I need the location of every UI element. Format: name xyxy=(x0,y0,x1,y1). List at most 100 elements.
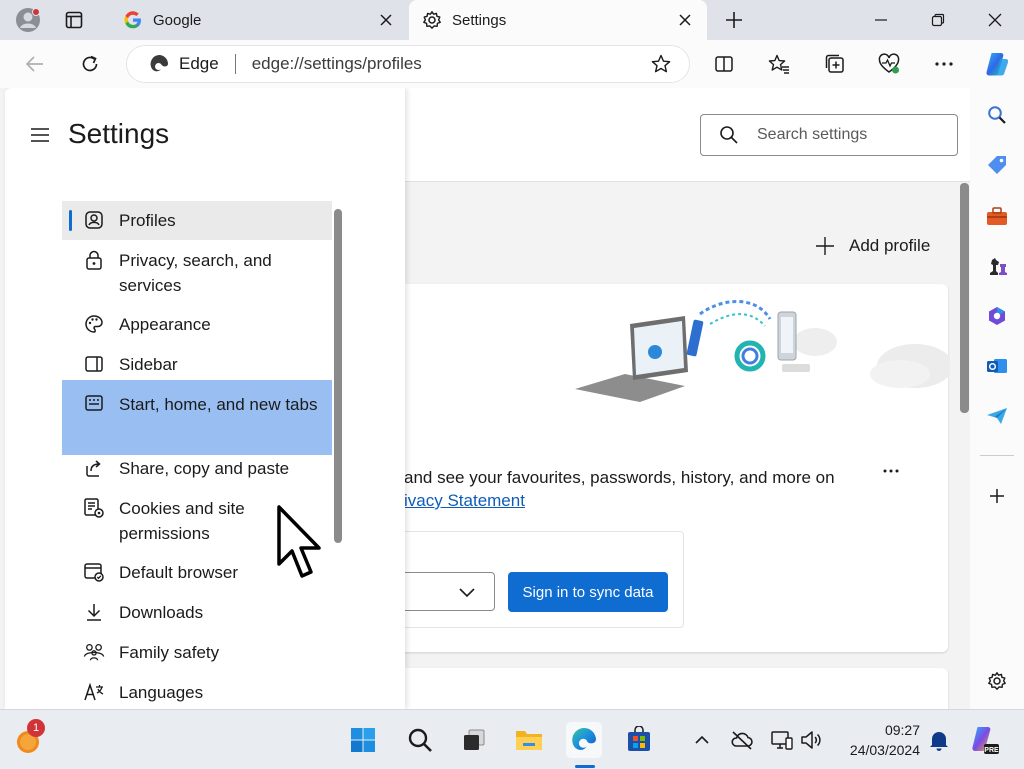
refresh-button[interactable] xyxy=(73,48,107,80)
collections-button[interactable] xyxy=(818,48,852,80)
start-button[interactable] xyxy=(345,722,381,758)
store-icon xyxy=(628,726,650,751)
folder-icon xyxy=(516,731,542,750)
tab-actions-button[interactable] xyxy=(58,4,90,36)
nav-item-start-home-tabs[interactable]: Start, home, and new tabs xyxy=(62,380,332,455)
task-view-icon xyxy=(464,729,485,750)
nav-label: Profiles xyxy=(119,211,176,230)
browser-essentials-button[interactable] xyxy=(872,48,906,80)
add-profile-button[interactable]: Add profile xyxy=(815,234,930,258)
nav-item-profiles[interactable]: Profiles xyxy=(62,201,332,240)
bell-icon xyxy=(930,732,948,751)
split-screen-icon xyxy=(715,56,733,72)
copilot-preview-button[interactable]: PRE xyxy=(966,722,1002,758)
tab-actions-icon xyxy=(65,11,83,29)
network-button[interactable] xyxy=(770,728,794,752)
content-scrollbar[interactable] xyxy=(960,183,969,413)
nav-item-appearance[interactable]: Appearance xyxy=(62,312,332,340)
sync-illustration xyxy=(575,300,950,402)
sidebar-settings-button[interactable] xyxy=(982,666,1012,696)
sidebar-search-button[interactable] xyxy=(982,100,1012,130)
default-browser-icon xyxy=(83,561,105,583)
nav-label: Languages xyxy=(119,683,204,702)
languages-icon xyxy=(83,681,105,703)
new-tab-button[interactable] xyxy=(718,4,750,36)
restore-button[interactable] xyxy=(909,0,967,40)
sidebar-tools-button[interactable] xyxy=(982,201,1012,231)
favorite-star-icon[interactable] xyxy=(645,48,677,80)
nav-item-languages[interactable]: Languages xyxy=(62,680,332,708)
url-text[interactable]: edge://settings/profiles xyxy=(252,54,645,74)
chess-icon xyxy=(990,258,1007,275)
close-tab-icon[interactable] xyxy=(374,8,398,32)
close-tab-icon[interactable] xyxy=(673,8,697,32)
network-icon xyxy=(771,731,793,750)
edge-icon xyxy=(572,727,596,750)
sign-in-sync-button[interactable]: Sign in to sync data xyxy=(508,572,668,612)
avatar-icon xyxy=(16,8,40,32)
clock-time: 09:27 xyxy=(884,722,920,738)
hamburger-icon xyxy=(31,128,49,142)
store-button[interactable] xyxy=(621,722,657,758)
sidebar-m365-button[interactable] xyxy=(982,301,1012,331)
edge-taskbar-button[interactable] xyxy=(566,722,602,758)
privacy-statement-link[interactable]: ivacy Statement xyxy=(404,491,525,511)
nav-item-share-copy-paste[interactable]: Share, copy and paste xyxy=(62,456,332,484)
sidebar-telegram-button[interactable] xyxy=(982,401,1012,431)
taskbar-clock[interactable]: 09:27 24/03/2024 xyxy=(840,720,920,760)
nav-item-sidebar[interactable]: Sidebar xyxy=(62,352,332,380)
nav-label: Downloads xyxy=(119,603,204,622)
volume-button[interactable] xyxy=(800,728,824,752)
tab-settings[interactable]: Settings xyxy=(409,0,707,40)
show-hidden-icons-button[interactable] xyxy=(690,728,714,752)
home-tabs-icon xyxy=(83,392,105,414)
menu-button[interactable] xyxy=(27,122,53,148)
nav-scrollbar[interactable] xyxy=(334,209,342,543)
more-options-button[interactable] xyxy=(878,458,904,484)
notifications-button[interactable] xyxy=(927,728,951,752)
sidebar-outlook-button[interactable] xyxy=(982,351,1012,381)
search-settings-input[interactable]: Search settings xyxy=(700,114,958,156)
site-name: Edge xyxy=(179,54,219,73)
split-screen-button[interactable] xyxy=(707,48,741,80)
tab-strip: Google Settings xyxy=(0,0,1024,40)
active-indicator xyxy=(69,210,72,231)
task-view-button[interactable] xyxy=(456,722,492,758)
taskbar-search-button[interactable] xyxy=(402,722,438,758)
tab-google[interactable]: Google xyxy=(110,0,408,40)
profile-avatar-button[interactable] xyxy=(12,4,44,36)
onedrive-button[interactable] xyxy=(730,728,754,752)
minimize-button[interactable] xyxy=(852,0,910,40)
address-separator xyxy=(234,54,236,74)
sidebar-add-button[interactable] xyxy=(982,481,1012,511)
tab-label: Settings xyxy=(452,11,507,29)
account-select[interactable] xyxy=(390,572,495,611)
mouse-cursor-icon xyxy=(277,505,321,578)
sidebar-games-button[interactable] xyxy=(982,251,1012,281)
back-button[interactable] xyxy=(18,48,52,80)
nav-item-family-safety[interactable]: Family safety xyxy=(62,640,332,668)
settings-and-more-button[interactable] xyxy=(927,48,961,80)
close-window-button[interactable] xyxy=(966,0,1024,40)
copilot-button[interactable] xyxy=(980,48,1014,80)
settings-nav-panel: Settings Profiles Privacy, search, and s… xyxy=(5,88,405,709)
paper-plane-icon xyxy=(987,408,1007,424)
sidebar-shopping-button[interactable] xyxy=(982,150,1012,180)
edge-sidebar xyxy=(970,88,1024,709)
nav-item-privacy[interactable]: Privacy, search, and services xyxy=(62,248,332,300)
nav-item-downloads[interactable]: Downloads xyxy=(62,600,332,628)
nav-label: Appearance xyxy=(119,315,211,334)
collections-icon xyxy=(825,54,844,73)
settings-content: Search settings Add profile and see your… xyxy=(0,88,970,709)
refresh-icon xyxy=(82,55,98,72)
favorites-button[interactable] xyxy=(762,48,796,80)
search-icon xyxy=(988,106,1006,124)
file-explorer-button[interactable] xyxy=(511,722,547,758)
browser-toolbar: Edge edge://settings/profiles xyxy=(0,40,1024,88)
download-icon xyxy=(83,601,105,623)
address-bar[interactable]: Edge edge://settings/profiles xyxy=(126,45,690,83)
svg-text:PRE: PRE xyxy=(984,747,999,754)
search-icon xyxy=(720,126,738,144)
speaker-icon xyxy=(801,731,821,749)
plus-icon xyxy=(726,12,742,28)
